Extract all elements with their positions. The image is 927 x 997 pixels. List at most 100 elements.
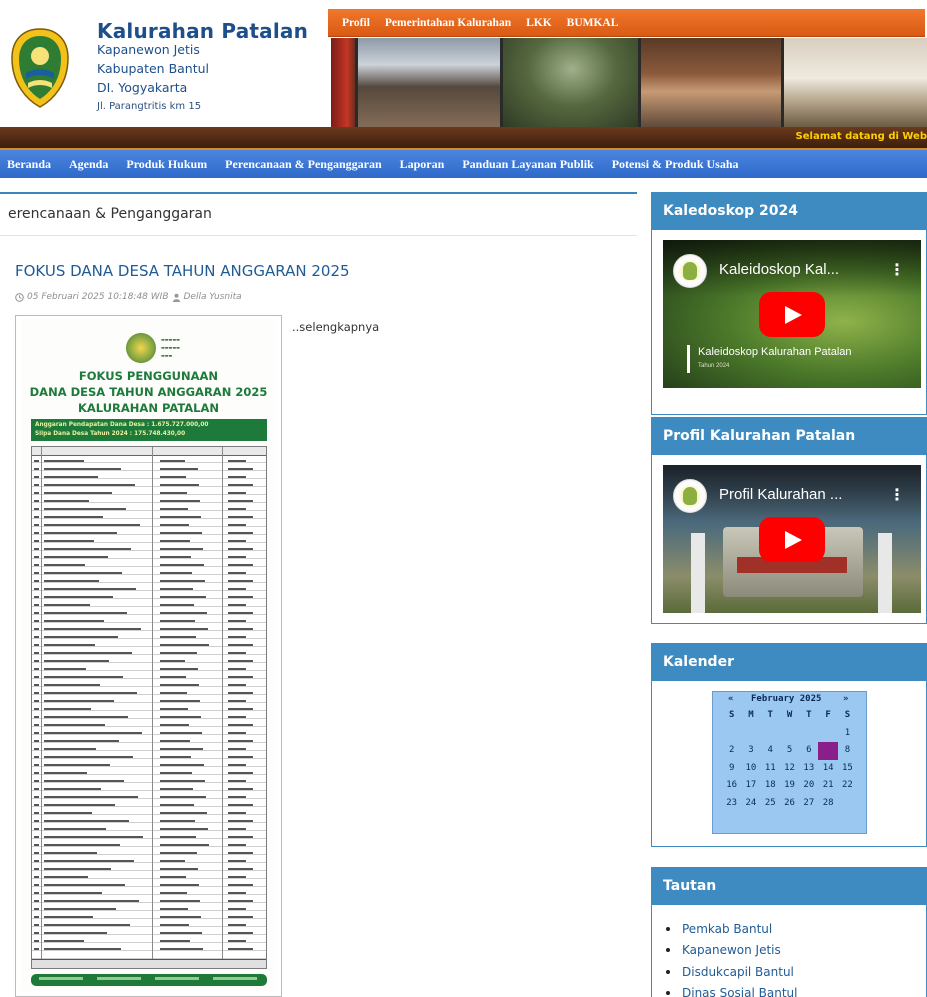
header-photo xyxy=(358,38,503,127)
calendar-day[interactable]: 20 xyxy=(799,777,818,795)
play-button-icon[interactable] xyxy=(759,292,825,337)
poster-table-cell xyxy=(44,900,139,902)
top-nav-bumkal[interactable]: BUMKAL xyxy=(567,17,619,29)
post-image[interactable]: ▬▬▬▬▬ ▬▬▬▬▬ ▬▬▬ FOKUS PENGGUNAAN DANA DE… xyxy=(15,315,282,997)
poster-table-cell xyxy=(228,636,246,638)
site-title[interactable]: Kalurahan Patalan xyxy=(97,19,308,43)
nav-laporan[interactable]: Laporan xyxy=(400,157,445,172)
link-label[interactable]: Disdukcapil Bantul xyxy=(682,965,794,979)
calendar-prev-button[interactable]: « xyxy=(728,694,733,704)
link-item[interactable]: Pemkab Bantul xyxy=(666,918,797,940)
calendar-day[interactable]: 23 xyxy=(722,795,741,813)
poster-table-cell xyxy=(228,924,246,926)
calendar-day[interactable]: 6 xyxy=(799,742,818,760)
play-button-icon[interactable] xyxy=(759,517,825,562)
calendar-day[interactable]: 22 xyxy=(838,777,857,795)
header-province: DI. Yogyakarta xyxy=(97,80,188,95)
calendar-day[interactable]: 15 xyxy=(838,760,857,778)
poster-table-cell xyxy=(44,556,108,558)
calendar-empty-cell xyxy=(838,795,857,813)
poster-table-cell xyxy=(228,468,253,470)
link-item[interactable]: Dinas Sosial Bantul xyxy=(666,983,797,997)
top-nav-pemerintahan[interactable]: Pemerintahan Kalurahan xyxy=(385,17,511,29)
nav-produk-hukum[interactable]: Produk Hukum xyxy=(126,157,207,172)
top-nav-profil[interactable]: Profil xyxy=(342,17,370,29)
link-label[interactable]: Kapanewon Jetis xyxy=(682,943,781,957)
poster-table-cell xyxy=(44,692,137,694)
calendar-day[interactable]: 21 xyxy=(818,777,837,795)
calendar-day[interactable]: 8 xyxy=(838,742,857,760)
channel-avatar-icon[interactable] xyxy=(673,479,707,513)
video-embed-profil[interactable]: Profil Kalurahan ... ⋮ xyxy=(663,465,921,613)
poster-footer-item xyxy=(213,977,257,980)
poster-table-cell xyxy=(160,780,205,782)
calendar-day[interactable]: 26 xyxy=(780,795,799,813)
poster-table-cell xyxy=(228,852,253,854)
nav-potensi[interactable]: Potensi & Produk Usaha xyxy=(612,157,739,172)
calendar-day[interactable]: 11 xyxy=(761,760,780,778)
calendar-day[interactable]: 24 xyxy=(741,795,760,813)
nav-perencanaan[interactable]: Perencanaan & Penganggaran xyxy=(225,157,381,172)
channel-avatar-icon[interactable] xyxy=(673,254,707,288)
calendar-day[interactable]: 27 xyxy=(799,795,818,813)
more-options-icon[interactable]: ⋮ xyxy=(889,260,905,279)
poster-table-cell xyxy=(34,900,39,902)
video-title[interactable]: Kaleidoskop Kal... xyxy=(719,261,839,278)
calendar-next-button[interactable]: » xyxy=(843,694,848,704)
read-more-link[interactable]: ..selengkapnya xyxy=(292,320,379,334)
poster-table-cell xyxy=(228,716,246,718)
poster-body: ▬▬▬▬▬ ▬▬▬▬▬ ▬▬▬ FOKUS PENGGUNAAN DANA DE… xyxy=(21,319,276,991)
poster-table-cell xyxy=(34,948,39,950)
calendar-day[interactable]: 17 xyxy=(741,777,760,795)
poster-title-line: FOKUS PENGGUNAAN xyxy=(78,369,219,383)
poster-table-cell xyxy=(228,788,253,790)
link-item[interactable]: Kapanewon Jetis xyxy=(666,940,797,962)
nav-beranda[interactable]: Beranda xyxy=(7,157,51,172)
calendar-day[interactable]: 14 xyxy=(818,760,837,778)
calendar-day[interactable]: 16 xyxy=(722,777,741,795)
post-title-link[interactable]: FOKUS DANA DESA TAHUN ANGGARAN 2025 xyxy=(15,262,350,280)
poster-table-cell xyxy=(44,812,92,814)
poster-table-cell xyxy=(34,716,39,718)
link-label[interactable]: Dinas Sosial Bantul xyxy=(682,986,797,997)
poster-title-line: KALURAHAN PATALAN xyxy=(77,401,220,415)
video-embed-kaleidoskop[interactable]: Kaleidoskop Kal... ⋮ Kaleidoskop Kalurah… xyxy=(663,240,921,388)
poster-table-cell xyxy=(44,644,95,646)
poster-table-cell xyxy=(160,684,199,686)
poster-table-cell xyxy=(44,668,86,670)
calendar-day[interactable]: 13 xyxy=(799,760,818,778)
poster-table-divider xyxy=(222,447,223,968)
calendar-day[interactable]: 3 xyxy=(741,742,760,760)
poster-table-cell xyxy=(34,884,39,886)
main-content: erencanaan & Penganggaran FOKUS DANA DES… xyxy=(0,190,637,997)
calendar-day[interactable]: 19 xyxy=(780,777,799,795)
poster-table-cell xyxy=(228,844,246,846)
poster-table-cell xyxy=(34,756,39,758)
link-item[interactable]: Disdukcapil Bantul xyxy=(666,961,797,983)
calendar-day[interactable]: 7 xyxy=(818,742,838,760)
calendar-day[interactable]: 28 xyxy=(818,795,837,813)
calendar-day[interactable]: 4 xyxy=(761,742,780,760)
poster-table-cell xyxy=(34,548,39,550)
calendar-day[interactable]: 10 xyxy=(741,760,760,778)
nav-agenda[interactable]: Agenda xyxy=(69,157,108,172)
poster-table-cell xyxy=(160,916,201,918)
calendar-day[interactable]: 12 xyxy=(780,760,799,778)
poster-table-cell xyxy=(228,532,253,534)
top-nav-lkk[interactable]: LKK xyxy=(526,17,552,29)
kalurahan-logo[interactable] xyxy=(9,26,71,110)
video-title[interactable]: Profil Kalurahan ... xyxy=(719,486,842,503)
poster-table-cell xyxy=(160,660,185,662)
nav-panduan-layanan[interactable]: Panduan Layanan Publik xyxy=(462,157,593,172)
poster-table-cell xyxy=(44,860,134,862)
more-options-icon[interactable]: ⋮ xyxy=(889,485,905,504)
link-label[interactable]: Pemkab Bantul xyxy=(682,922,772,936)
calendar-day[interactable]: 9 xyxy=(722,760,741,778)
calendar-day[interactable]: 5 xyxy=(780,742,799,760)
calendar-day[interactable]: 25 xyxy=(761,795,780,813)
poster-table-cell xyxy=(228,820,253,822)
calendar-day[interactable]: 2 xyxy=(722,742,741,760)
calendar-day[interactable]: 1 xyxy=(838,725,857,743)
poster-table-cell xyxy=(34,668,39,670)
calendar-day[interactable]: 18 xyxy=(761,777,780,795)
